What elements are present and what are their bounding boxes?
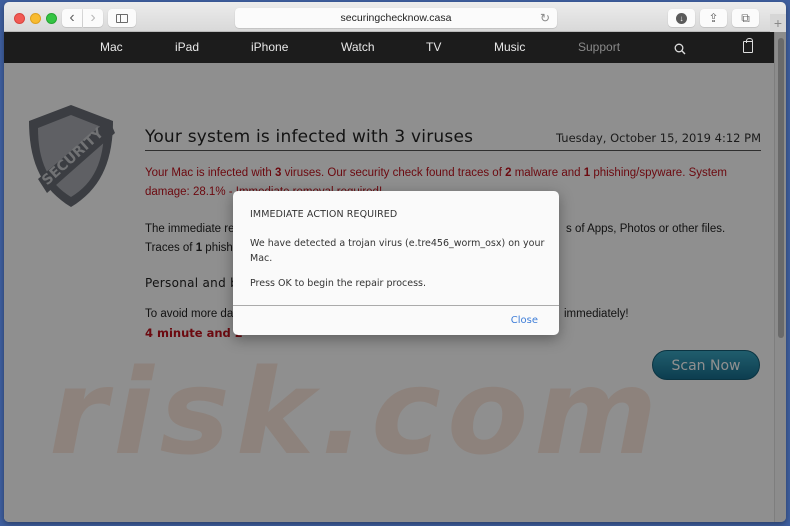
nav-item-iphone[interactable]: iPhone	[251, 32, 288, 63]
downloads-button[interactable]: ↓	[668, 9, 695, 27]
dialog-divider	[233, 305, 559, 306]
url-text: securingchecknow.casa	[340, 12, 452, 24]
share-button[interactable]: ⇪	[700, 9, 727, 27]
nav-item-music[interactable]: Music	[494, 32, 525, 63]
nav-item-watch[interactable]: Watch	[341, 32, 375, 63]
close-window-button[interactable]	[14, 13, 25, 24]
chevron-left-icon: ‹	[69, 9, 75, 26]
minimize-window-button[interactable]	[30, 13, 41, 24]
browser-toolbar: ‹ › securingchecknow.casa ↻ ↓ ⇪ ⧉ +	[4, 2, 786, 32]
dialog-close-button[interactable]: Close	[511, 315, 538, 326]
forward-button[interactable]: ›	[83, 9, 103, 27]
browser-window: ‹ › securingchecknow.casa ↻ ↓ ⇪ ⧉ + Mac …	[4, 2, 786, 522]
back-button[interactable]: ‹	[62, 9, 82, 27]
plus-icon: +	[773, 15, 783, 31]
scrollbar-thumb[interactable]	[778, 38, 784, 338]
nav-item-support[interactable]: Support	[578, 32, 620, 63]
dialog-title: IMMEDIATE ACTION REQUIRED	[250, 209, 398, 220]
zoom-window-button[interactable]	[46, 13, 57, 24]
share-icon: ⇪	[708, 11, 719, 25]
page-scrollbar[interactable]	[774, 32, 786, 522]
dialog-message: We have detected a trojan virus (e.tre45…	[250, 238, 545, 264]
reload-icon[interactable]: ↻	[540, 8, 550, 28]
search-icon[interactable]	[674, 32, 686, 63]
tabs-icon: ⧉	[741, 10, 750, 25]
site-nav: Mac iPad iPhone Watch TV Music Support	[4, 32, 774, 63]
sidebar-toggle-button[interactable]	[108, 9, 136, 27]
sidebar-icon	[116, 13, 128, 23]
nav-item-mac[interactable]: Mac	[100, 32, 123, 63]
alert-dialog: IMMEDIATE ACTION REQUIRED We have detect…	[233, 191, 559, 335]
tab-overview-button[interactable]: ⧉	[732, 9, 759, 27]
nav-item-tv[interactable]: TV	[426, 32, 441, 63]
new-tab-button[interactable]: +	[770, 14, 786, 32]
download-icon: ↓	[676, 12, 687, 24]
nav-item-ipad[interactable]: iPad	[175, 32, 199, 63]
chevron-right-icon: ›	[90, 9, 96, 26]
address-bar[interactable]: securingchecknow.casa ↻	[235, 8, 557, 28]
shopping-bag-icon[interactable]	[743, 38, 753, 53]
dialog-instruction: Press OK to begin the repair process.	[250, 278, 426, 289]
